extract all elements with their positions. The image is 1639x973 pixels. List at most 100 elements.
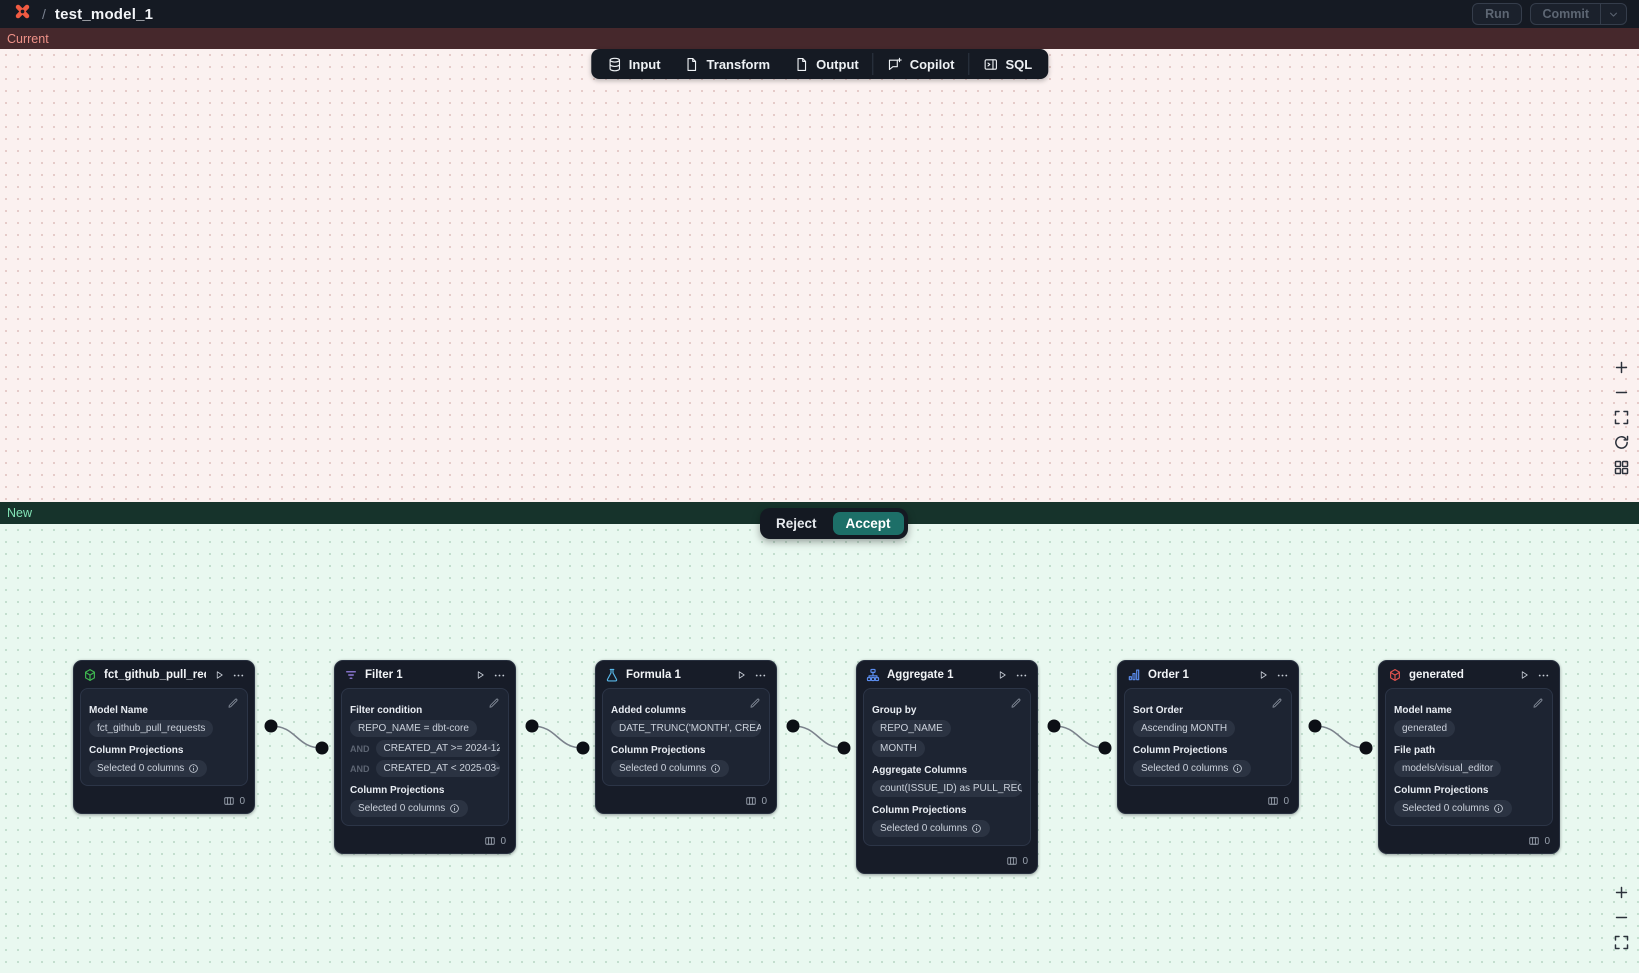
edit-pencil-icon[interactable] xyxy=(1532,696,1544,714)
value-chip-text: CREATED_AT < 2025-03-01 xyxy=(384,763,501,774)
value-chip[interactable]: count(ISSUE_ID) as PULL_REQUEST_… xyxy=(872,780,1022,797)
node-generated[interactable]: generatedModel namegeneratedFile pathmod… xyxy=(1378,660,1560,854)
current-canvas[interactable]: Input Transform Output Copilot SQL xyxy=(0,49,1639,502)
layout-grid-button[interactable] xyxy=(1608,455,1634,480)
dbt-logo-icon[interactable] xyxy=(12,1,33,27)
edit-pencil-icon[interactable] xyxy=(1010,696,1022,714)
node-formula-1[interactable]: Formula 1Added columnsDATE_TRUNC('MONTH'… xyxy=(595,660,777,814)
node-play-icon[interactable] xyxy=(996,669,1008,681)
node-menu-ellipsis-icon[interactable] xyxy=(1537,669,1550,682)
zoom-out-button[interactable] xyxy=(1608,380,1634,405)
node-play-icon[interactable] xyxy=(1518,669,1530,681)
value-chip[interactable]: CREATED_AT < 2025-03-01 xyxy=(376,760,501,777)
value-chip[interactable]: Selected 0 columns xyxy=(611,760,729,777)
node-header[interactable]: Order 1 xyxy=(1118,661,1298,688)
toolbar-transform-button[interactable]: Transform xyxy=(673,49,783,79)
node-column-count[interactable]: 0 xyxy=(857,852,1037,873)
edge[interactable] xyxy=(1315,726,1366,748)
reset-button[interactable] xyxy=(1608,430,1634,455)
value-chip[interactable]: generated xyxy=(1394,720,1455,737)
value-chip[interactable]: MONTH xyxy=(872,740,925,757)
edit-pencil-icon[interactable] xyxy=(1271,696,1283,714)
filter-icon xyxy=(344,668,358,682)
zoom-out-button[interactable] xyxy=(1608,905,1634,930)
node-column-count[interactable]: 0 xyxy=(74,792,254,813)
node-fct-github-pull-requests[interactable]: fct_github_pull_requestsModel Namefct_gi… xyxy=(73,660,255,814)
node-column-count[interactable]: 0 xyxy=(1118,792,1298,813)
edge-source-endpoint[interactable] xyxy=(1048,720,1061,733)
edge-source-endpoint[interactable] xyxy=(1309,720,1322,733)
node-play-icon[interactable] xyxy=(1257,669,1269,681)
new-canvas[interactable]: fct_github_pull_requestsModel Namefct_gi… xyxy=(0,524,1639,973)
edge[interactable] xyxy=(1054,726,1105,748)
node-header[interactable]: Aggregate 1 xyxy=(857,661,1037,688)
node-menu-ellipsis-icon[interactable] xyxy=(1015,669,1028,682)
node-play-icon[interactable] xyxy=(213,669,225,681)
edge[interactable] xyxy=(793,726,844,748)
reject-button[interactable]: Reject xyxy=(764,512,829,535)
info-icon[interactable] xyxy=(1232,763,1243,774)
fit-view-button[interactable] xyxy=(1608,930,1634,955)
node-header[interactable]: generated xyxy=(1379,661,1559,688)
toolbar-sql-button[interactable]: SQL xyxy=(971,49,1044,79)
value-chip[interactable]: Selected 0 columns xyxy=(1394,800,1512,817)
toolbar-copilot-button[interactable]: Copilot xyxy=(876,49,967,79)
commit-split-button[interactable]: Commit xyxy=(1530,3,1627,25)
zoom-in-button[interactable] xyxy=(1608,355,1634,380)
commit-button[interactable]: Commit xyxy=(1531,7,1600,21)
fit-view-button[interactable] xyxy=(1608,405,1634,430)
commit-chevron-down-icon[interactable] xyxy=(1600,4,1626,24)
node-menu-ellipsis-icon[interactable] xyxy=(232,669,245,682)
toolbar-output-button[interactable]: Output xyxy=(782,49,871,79)
value-chip[interactable]: Ascending MONTH xyxy=(1133,720,1235,737)
edge-target-endpoint[interactable] xyxy=(577,742,590,755)
node-column-count[interactable]: 0 xyxy=(1379,832,1559,853)
info-icon[interactable] xyxy=(1493,803,1504,814)
node-play-icon[interactable] xyxy=(735,669,747,681)
edge[interactable] xyxy=(532,726,583,748)
edge-source-endpoint[interactable] xyxy=(526,720,539,733)
node-column-count[interactable]: 0 xyxy=(335,832,515,853)
value-chip[interactable]: Selected 0 columns xyxy=(1133,760,1251,777)
value-chip[interactable]: models/visual_editor xyxy=(1394,760,1501,777)
edit-pencil-icon[interactable] xyxy=(227,696,239,714)
node-play-icon[interactable] xyxy=(474,669,486,681)
value-chip[interactable]: Selected 0 columns xyxy=(89,760,207,777)
file-icon xyxy=(685,57,700,72)
node-menu-ellipsis-icon[interactable] xyxy=(1276,669,1289,682)
value-chip[interactable]: REPO_NAME = dbt-core xyxy=(350,720,477,737)
edge-target-endpoint[interactable] xyxy=(1099,742,1112,755)
zoom-in-button[interactable] xyxy=(1608,880,1634,905)
info-icon[interactable] xyxy=(710,763,721,774)
edit-pencil-icon[interactable] xyxy=(488,696,500,714)
node-aggregate-1[interactable]: Aggregate 1Group byREPO_NAMEMONTHAggrega… xyxy=(856,660,1038,874)
toolbar-input-button[interactable]: Input xyxy=(595,49,673,79)
node-header[interactable]: Formula 1 xyxy=(596,661,776,688)
value-chip[interactable]: Selected 0 columns xyxy=(872,820,990,837)
edge[interactable] xyxy=(271,726,322,748)
info-icon[interactable] xyxy=(449,803,460,814)
edit-pencil-icon[interactable] xyxy=(749,696,761,714)
value-chip[interactable]: DATE_TRUNC('MONTH', CREATED_AT… xyxy=(611,720,761,737)
node-menu-ellipsis-icon[interactable] xyxy=(493,669,506,682)
edge-source-endpoint[interactable] xyxy=(265,720,278,733)
run-button[interactable]: Run xyxy=(1472,3,1522,25)
info-icon[interactable] xyxy=(188,763,199,774)
edge-target-endpoint[interactable] xyxy=(838,742,851,755)
value-chip[interactable]: fct_github_pull_requests xyxy=(89,720,213,737)
edge-source-endpoint[interactable] xyxy=(787,720,800,733)
edge-target-endpoint[interactable] xyxy=(1360,742,1373,755)
value-chip[interactable]: CREATED_AT >= 2024-12-01 xyxy=(376,740,501,757)
node-order-1[interactable]: Order 1Sort OrderAscending MONTHColumn P… xyxy=(1117,660,1299,814)
value-chip[interactable]: REPO_NAME xyxy=(872,720,951,737)
node-column-count[interactable]: 0 xyxy=(596,792,776,813)
node-header[interactable]: fct_github_pull_requests xyxy=(74,661,254,688)
node-header[interactable]: Filter 1 xyxy=(335,661,515,688)
info-icon[interactable] xyxy=(971,823,982,834)
value-chip[interactable]: Selected 0 columns xyxy=(350,800,468,817)
node-title: generated xyxy=(1409,669,1511,681)
node-filter-1[interactable]: Filter 1Filter conditionREPO_NAME = dbt-… xyxy=(334,660,516,854)
node-menu-ellipsis-icon[interactable] xyxy=(754,669,767,682)
accept-button[interactable]: Accept xyxy=(833,512,904,535)
edge-target-endpoint[interactable] xyxy=(316,742,329,755)
